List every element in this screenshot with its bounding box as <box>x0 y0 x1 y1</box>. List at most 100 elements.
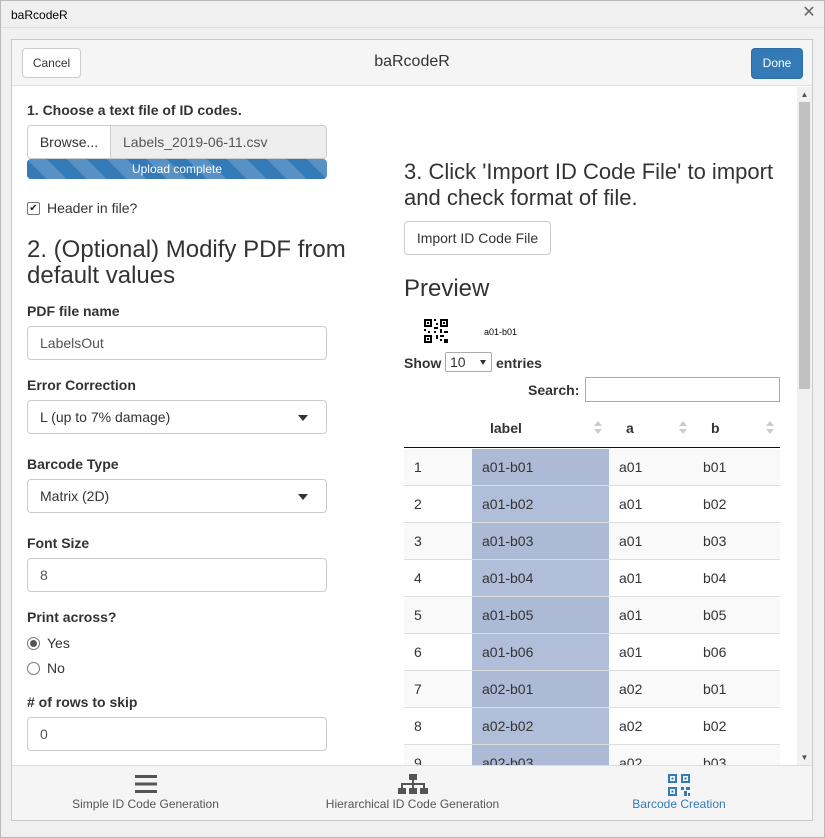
table-row[interactable]: 1 a01-b01 a01 b01 <box>404 449 780 486</box>
row-index-cell: 7 <box>414 681 422 697</box>
row-index-cell: 1 <box>414 459 422 475</box>
caret-down-icon <box>298 415 308 421</box>
row-index-cell: 6 <box>414 644 422 660</box>
entries-length-select[interactable]: 10 <box>445 352 492 372</box>
label-cell: a01-b02 <box>472 486 609 522</box>
gadget-title: baRcodeR <box>374 53 450 70</box>
label-cell: a02-b02 <box>472 708 609 744</box>
gadget-content: 1. Choose a text file of ID codes. Brows… <box>12 87 797 765</box>
qr-code-preview <box>424 319 448 343</box>
b-cell: b05 <box>703 607 727 623</box>
error-correction-select[interactable]: L (up to 7% damage) <box>27 400 327 434</box>
close-icon[interactable]: ✕ <box>800 4 818 22</box>
sort-icon[interactable] <box>679 421 687 437</box>
browse-button[interactable]: Browse... <box>27 125 111 159</box>
scroll-thumb[interactable] <box>799 102 810 389</box>
radio-no[interactable] <box>27 662 40 675</box>
barcode-type-value: Matrix (2D) <box>40 488 110 504</box>
sort-icon[interactable] <box>594 421 602 437</box>
list-icon <box>134 775 157 793</box>
a-cell: a01 <box>619 644 643 660</box>
step2-heading: 2. (Optional) Modify PDF from default va… <box>27 236 346 289</box>
b-cell: b01 <box>703 459 727 475</box>
table-row[interactable]: 4 a01-b04 a01 b04 <box>404 560 780 597</box>
step3-heading: 3. Click 'Import ID Code File' to import… <box>404 159 774 210</box>
row-index-cell: 8 <box>414 718 422 734</box>
b-cell: b02 <box>703 496 727 512</box>
label-cell: a01-b01 <box>472 449 609 485</box>
label-cell: a02-b03 <box>472 745 609 765</box>
a-cell: a02 <box>619 718 643 734</box>
a-cell: a01 <box>619 459 643 475</box>
b-cell: b06 <box>703 644 727 660</box>
nav-hierarchical-id[interactable]: Hierarchical ID Code Generation <box>279 766 546 820</box>
barcode-type-select[interactable]: Matrix (2D) <box>27 479 327 513</box>
table-row[interactable]: 7 a02-b01 a02 b01 <box>404 671 780 708</box>
label-cell: a01-b05 <box>472 597 609 633</box>
radio-yes[interactable] <box>27 637 40 650</box>
nav-barcode-creation[interactable]: Barcode Creation <box>546 766 812 820</box>
header-checkbox[interactable]: ✔ <box>27 202 40 215</box>
b-cell: b04 <box>703 570 727 586</box>
b-cell: b02 <box>703 718 727 734</box>
content-scrollbar[interactable]: ▲ ▼ <box>797 87 812 765</box>
a-cell: a01 <box>619 533 643 549</box>
font-size-input[interactable]: 8 <box>27 558 327 592</box>
file-input-group: Browse... Labels_2019-06-11.csv <box>27 125 327 159</box>
column-header-label[interactable]: label <box>490 408 522 448</box>
bottom-navbar: Simple ID Code Generation Hierarchical I… <box>12 765 812 820</box>
gadget-dialog: Cancel baRcodeR Done 1. Choose a text fi… <box>11 39 813 821</box>
upload-progress-bar: Upload complete <box>27 159 327 179</box>
table-search: Search: <box>404 377 780 402</box>
header-checkbox-label: Header in file? <box>47 200 138 216</box>
label-cell: a01-b04 <box>472 560 609 596</box>
nav-simple-id-label: Simple ID Code Generation <box>72 797 219 811</box>
row-index-cell: 2 <box>414 496 422 512</box>
column-header-b[interactable]: b <box>711 408 720 448</box>
column-header-a[interactable]: a <box>626 408 634 448</box>
error-correction-value: L (up to 7% damage) <box>40 409 171 425</box>
entries-label: entries <box>496 355 542 371</box>
scroll-up-icon[interactable]: ▲ <box>797 87 812 102</box>
table-row[interactable]: 9 a02-b03 a02 b03 <box>404 745 780 765</box>
step1-label: 1. Choose a text file of ID codes. <box>27 102 242 118</box>
table-row[interactable]: 5 a01-b05 a01 b05 <box>404 597 780 634</box>
table-header: label a b <box>404 408 780 448</box>
scroll-down-icon[interactable]: ▼ <box>797 750 812 765</box>
table-row[interactable]: 2 a01-b02 a01 b02 <box>404 486 780 523</box>
barcode-type-label: Barcode Type <box>27 456 119 472</box>
print-across-label: Print across? <box>27 609 117 625</box>
table-row[interactable]: 6 a01-b06 a01 b06 <box>404 634 780 671</box>
caret-down-icon <box>298 494 308 500</box>
sort-icon[interactable] <box>766 421 774 437</box>
font-size-label: Font Size <box>27 535 90 551</box>
table-row[interactable]: 3 a01-b03 a01 b03 <box>404 523 780 560</box>
row-index-cell: 4 <box>414 570 422 586</box>
done-button[interactable]: Done <box>751 48 803 79</box>
nav-simple-id[interactable]: Simple ID Code Generation <box>12 766 279 820</box>
gadget-title-bar: Cancel baRcodeR Done <box>12 40 812 86</box>
rows-skip-input[interactable]: 0 <box>27 717 327 751</box>
a-cell: a02 <box>619 681 643 697</box>
table-row[interactable]: 8 a02-b02 a02 b02 <box>404 708 780 745</box>
label-cell: a01-b03 <box>472 523 609 559</box>
search-label: Search: <box>528 382 580 398</box>
a-cell: a01 <box>619 496 643 512</box>
a-cell: a01 <box>619 607 643 623</box>
rstudio-viewer-window: baRcodeR ✕ Cancel baRcodeR Done 1. Choos… <box>0 0 825 838</box>
row-index-cell: 3 <box>414 533 422 549</box>
show-label: Show <box>404 355 442 371</box>
pdf-name-input[interactable]: LabelsOut <box>27 326 327 360</box>
radio-yes-label: Yes <box>47 635 70 651</box>
import-file-button[interactable]: Import ID Code File <box>404 221 551 255</box>
a-cell: a02 <box>619 755 643 765</box>
row-index-cell: 9 <box>414 755 422 765</box>
table-body: 1 a01-b01 a01 b01 2 a01-b02 a01 b02 3 a01-b03 a01 b… <box>404 449 780 765</box>
entries-length-value: 10 <box>450 354 466 370</box>
radio-no-label: No <box>47 660 65 676</box>
search-input[interactable] <box>585 377 780 402</box>
qrcode-icon <box>668 774 690 796</box>
window-title: baRcodeR <box>11 8 68 22</box>
sitemap-icon <box>397 774 428 794</box>
file-name-field[interactable]: Labels_2019-06-11.csv <box>110 125 327 159</box>
